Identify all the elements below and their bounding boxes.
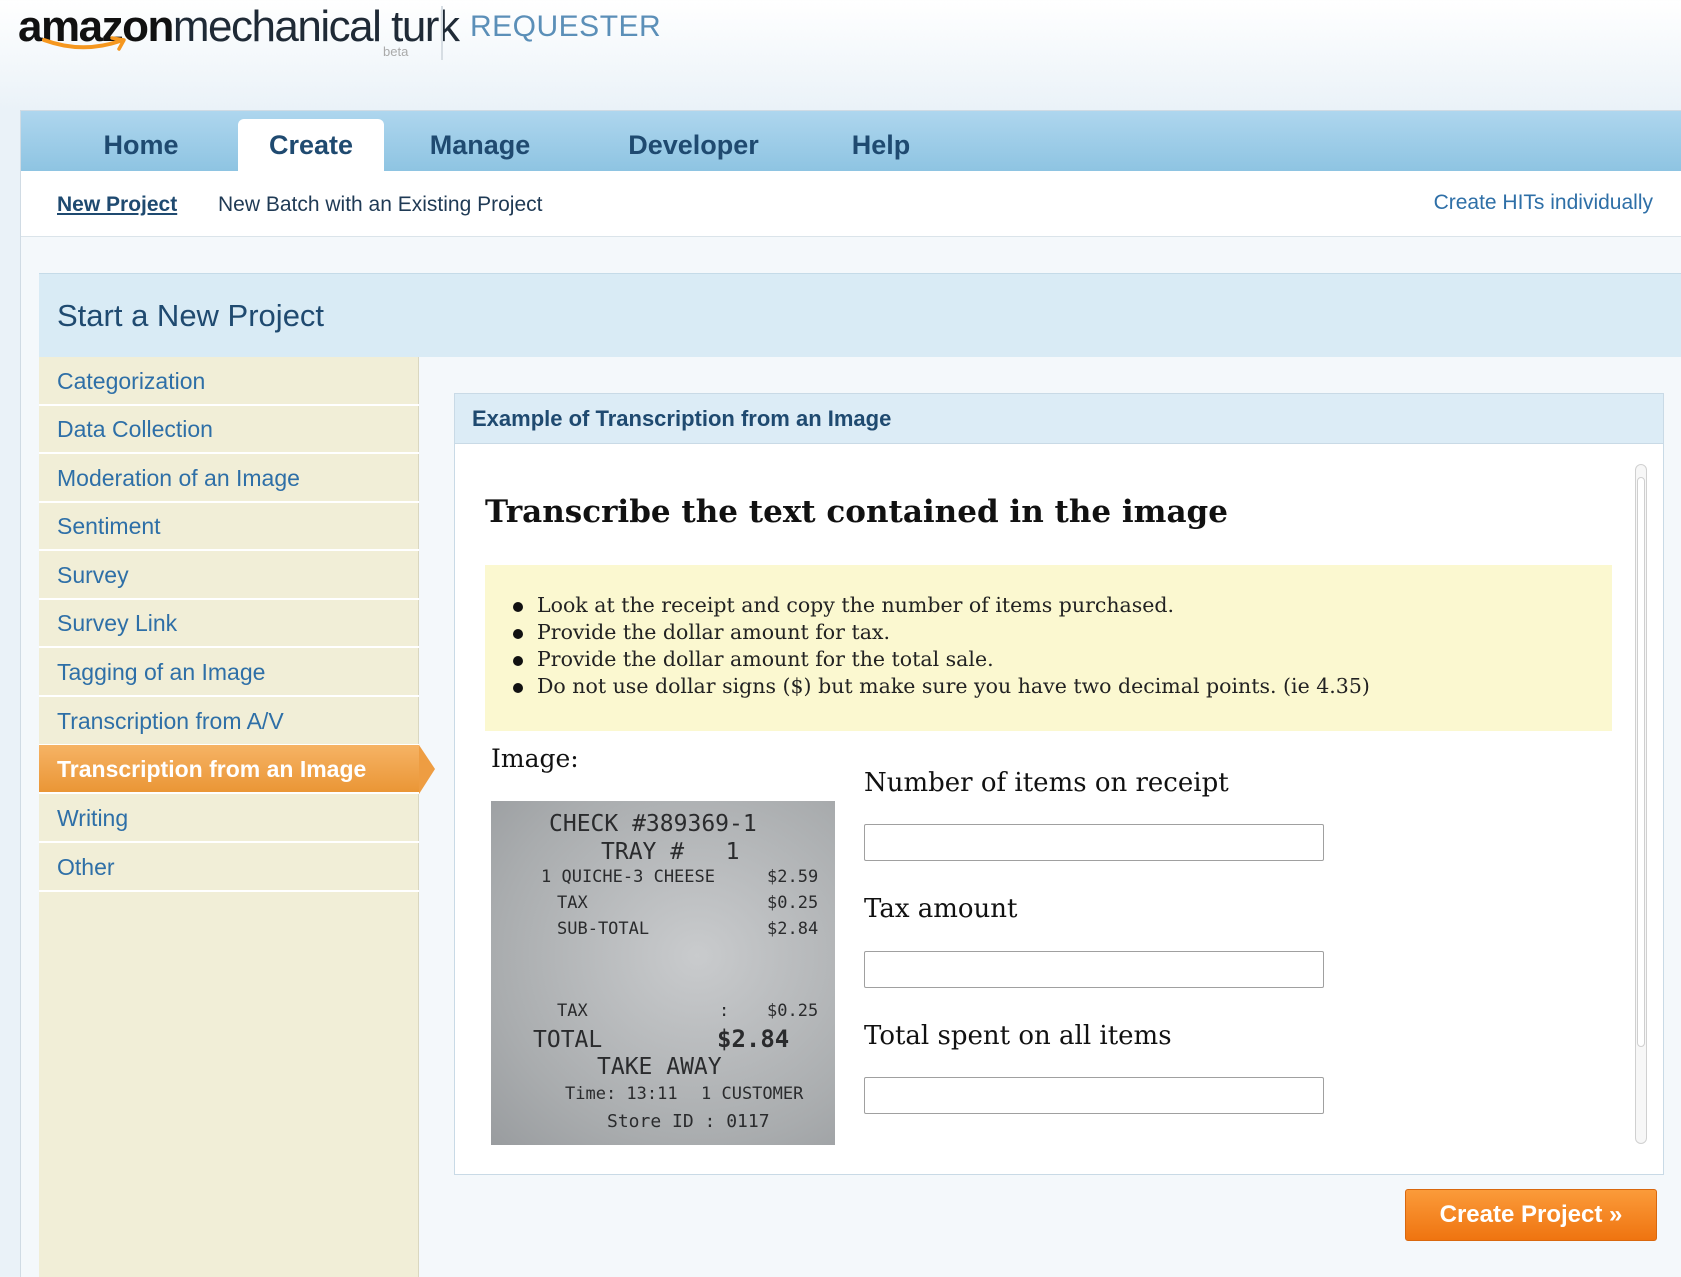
receipt-time: Time: 13:11 [565,1084,678,1104]
receipt-tray: TRAY # 1 [601,839,740,865]
requester-label: REQUESTER [470,10,662,43]
page-title: Start a New Project [57,298,325,333]
receipt-takeaway: TAKE AWAY [597,1054,722,1080]
receipt-tax2-label: TAX [557,1001,588,1021]
tab-manage[interactable]: Manage [414,119,546,171]
sidebar-item-sentiment[interactable]: Sentiment [39,502,419,551]
items-count-input[interactable] [864,824,1324,861]
example-header: Example of Transcription from an Image [455,394,1663,444]
receipt-store-id: Store ID : 0117 [607,1111,770,1132]
sidebar-item-transcription-image[interactable]: Transcription from an Image [39,745,435,794]
tax-amount-input[interactable] [864,951,1324,988]
receipt-subtotal-value: $2.84 [767,919,819,939]
items-count-label: Number of items on receipt [864,768,1229,798]
total-spent-label: Total spent on all items [864,1021,1172,1051]
receipt-image: CHECK #389369-1 TRAY # 1 1 QUICHE-3 CHEE… [491,801,835,1145]
brand-mechanical-turk: mechanical turk [172,2,460,51]
receipt-item: 1 QUICHE-3 CHEESE [541,867,715,887]
receipt-tax-value: $0.25 [767,893,819,913]
instruction-item: Provide the dollar amount for the total … [513,646,1370,673]
create-project-button[interactable]: Create Project » [1405,1189,1657,1241]
instruction-item: Do not use dollar signs ($) but make sur… [513,674,1370,698]
subnav-new-project[interactable]: New Project [57,193,177,217]
image-label: Image: [491,744,579,773]
receipt-total-label: TOTAL [533,1027,603,1053]
section-header: Start a New Project [39,273,1681,357]
instruction-item: Look at the receipt and copy the number … [513,592,1370,619]
sidebar-item-moderation-image[interactable]: Moderation of an Image [39,454,419,503]
receipt-total-value: $2.84 [717,1025,790,1053]
sidebar-item-transcription-av[interactable]: Transcription from A/V [39,697,419,746]
beta-label: beta [383,44,409,59]
hit-title: Transcribe the text contained in the ima… [485,494,1228,530]
sidebar-item-categorization[interactable]: Categorization [39,357,419,406]
sidebar-item-other[interactable]: Other [39,843,419,892]
instructions-box: Look at the receipt and copy the number … [485,565,1612,731]
amazon-mturk-logo[interactable]: amazonmechanical turk beta [18,0,460,70]
header-divider [441,6,443,60]
receipt-item-price: $2.59 [767,867,819,887]
main-panel: Home Create Manage Developer Help New Pr… [20,110,1681,1277]
tab-home[interactable]: Home [66,119,216,171]
receipt-tax2-sep: : [719,1001,730,1021]
receipt-tax-label: TAX [557,893,588,913]
project-type-sidebar: Categorization Data Collection Moderatio… [39,357,435,1277]
receipt-customer: 1 CUSTOMER [701,1084,804,1104]
subnav-new-batch[interactable]: New Batch with an Existing Project [218,193,542,217]
tab-help[interactable]: Help [831,119,931,171]
instruction-item: Provide the dollar amount for tax. [513,619,1370,646]
sidebar-item-writing[interactable]: Writing [39,794,419,843]
receipt-subtotal-label: SUB-TOTAL [557,919,650,939]
tab-create[interactable]: Create [238,119,384,171]
total-spent-input[interactable] [864,1077,1324,1114]
receipt-check: CHECK #389369-1 [549,811,757,837]
amazon-smile-icon [42,36,126,51]
subnav-create-hits-individually[interactable]: Create HITs individually [1434,191,1653,215]
sidebar-item-survey-link[interactable]: Survey Link [39,599,419,648]
example-preview: Example of Transcription from an Image T… [454,393,1664,1175]
preview-scrollbar[interactable] [1635,464,1647,1144]
preview-scrollbar-thumb[interactable] [1637,477,1645,1047]
instructions-list: Look at the receipt and copy the number … [513,592,1370,700]
sub-nav: New Project New Batch with an Existing P… [21,171,1681,237]
receipt-tax2-value: $0.25 [767,1001,819,1021]
sidebar-item-data-collection[interactable]: Data Collection [39,405,419,454]
sidebar-item-tagging-image[interactable]: Tagging of an Image [39,648,419,697]
tax-amount-label: Tax amount [864,894,1018,924]
tab-developer[interactable]: Developer [611,119,776,171]
main-nav: Home Create Manage Developer Help [21,111,1681,171]
sidebar-item-survey[interactable]: Survey [39,551,419,600]
